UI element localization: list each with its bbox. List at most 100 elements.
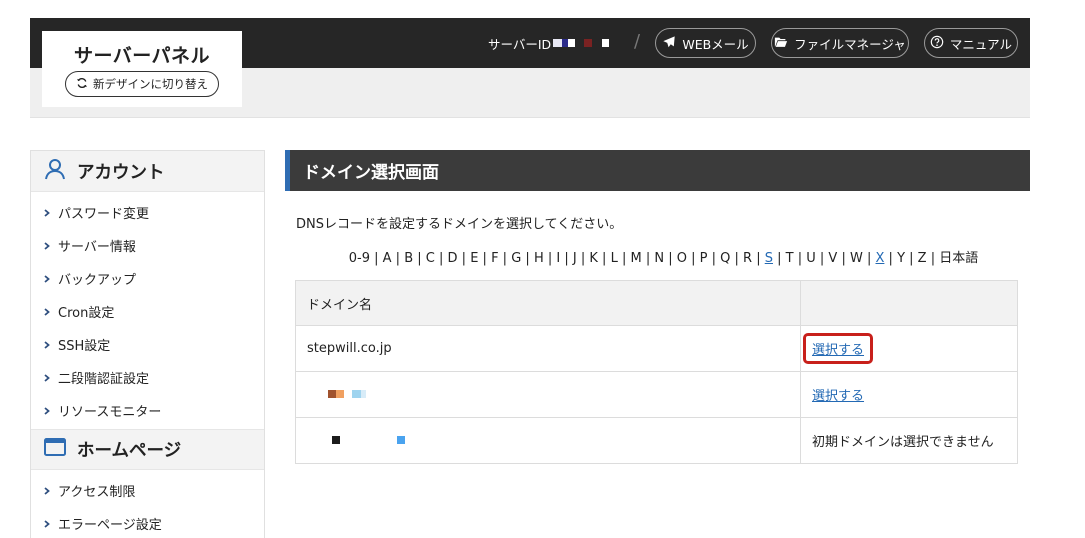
page-description: DNSレコードを設定するドメインを選択してください。 — [296, 217, 623, 232]
alpha-index-separator: | — [793, 251, 807, 266]
select-domain-link[interactable]: 選択する — [812, 343, 864, 358]
table-row: 選択する — [295, 371, 1018, 418]
alpha-index-item[interactable]: S — [765, 251, 773, 266]
domain-name-masked — [295, 371, 801, 418]
sidebar-item-access-restriction[interactable]: アクセス制限 — [31, 474, 264, 507]
alpha-index-separator: | — [498, 251, 512, 266]
alpha-index-separator: | — [707, 251, 721, 266]
chevron-right-icon — [44, 274, 50, 283]
alpha-index-separator: | — [730, 251, 744, 266]
table-header-row: ドメイン名 — [295, 280, 1018, 326]
column-header-domain: ドメイン名 — [295, 280, 801, 326]
header-separator: / — [634, 31, 641, 52]
alpha-index-item: U — [806, 251, 816, 266]
alpha-index-item: H — [533, 251, 544, 266]
alpha-index-separator: | — [686, 251, 700, 266]
folder-open-icon — [774, 35, 788, 52]
file-manager-button[interactable]: ファイルマネージャ — [771, 28, 909, 58]
sidebar-heading-homepage-label: ホームページ — [77, 441, 182, 461]
alpha-index-item: N — [654, 251, 665, 266]
sidebar-item-label: リソースモニター — [58, 405, 162, 420]
domain-name: stepwill.co.jp — [295, 325, 801, 372]
page-title: ドメイン選択画面 — [285, 150, 1030, 191]
sidebar-item-label: エラーページ設定 — [58, 518, 162, 533]
sidebar-item-label: パスワード変更 — [58, 207, 150, 222]
sidebar-item-label: アクセス制限 — [58, 485, 136, 500]
alpha-index-item: R — [743, 251, 753, 266]
alpha-index-separator: | — [617, 251, 631, 266]
chevron-right-icon — [44, 307, 50, 316]
alpha-index-separator: | — [641, 251, 655, 266]
refresh-icon — [76, 77, 88, 92]
action-cell-disabled: 初期ドメインは選択できません — [800, 417, 1018, 464]
alpha-index-item: T — [785, 251, 794, 266]
chevron-right-icon — [44, 486, 50, 495]
table-row: 初期ドメインは選択できません — [295, 417, 1018, 464]
manual-button[interactable]: マニュアル — [924, 28, 1018, 58]
server-id-label: サーバーID — [488, 36, 552, 52]
alpha-index-item: C — [425, 251, 435, 266]
alpha-index-separator: | — [664, 251, 677, 266]
domain-table: ドメイン名 stepwill.co.jp 選択する 選択する 初期ドメインは選択… — [295, 280, 1018, 464]
alpha-index-item: G — [511, 251, 522, 266]
table-row: stepwill.co.jp 選択する — [295, 325, 1018, 372]
action-cell: 選択する — [800, 371, 1018, 418]
chevron-right-icon — [44, 340, 50, 349]
homepage-menu: アクセス制限 エラーページ設定 — [31, 470, 264, 538]
alpha-index-separator: | — [391, 251, 405, 266]
alpha-index-item: B — [404, 251, 414, 266]
alpha-index-separator: | — [837, 251, 850, 266]
alpha-index-separator: | — [543, 251, 557, 266]
alpha-index-item: O — [676, 251, 687, 266]
user-icon — [43, 157, 67, 186]
column-header-action — [800, 280, 1018, 326]
alpha-index-separator: | — [457, 251, 471, 266]
sidebar-item-label: Cron設定 — [58, 306, 115, 321]
switch-design-label: 新デザインに切り替え — [93, 77, 208, 91]
chevron-right-icon — [44, 208, 50, 217]
alpha-index-item: 0-9 — [348, 251, 370, 266]
logo-box: サーバーパネル 新デザインに切り替え — [42, 31, 242, 107]
sidebar-item-server-info[interactable]: サーバー情報 — [31, 229, 264, 262]
sidebar-item-cron[interactable]: Cron設定 — [31, 295, 264, 328]
sidebar-item-password[interactable]: パスワード変更 — [31, 196, 264, 229]
chevron-right-icon — [44, 241, 50, 250]
switch-design-button[interactable]: 新デザインに切り替え — [65, 71, 219, 97]
alpha-index-separator: | — [884, 251, 898, 266]
alpha-index-item: L — [610, 251, 618, 266]
alpha-index-item: Y — [897, 251, 906, 266]
server-id: サーバーID — [488, 34, 610, 52]
send-icon — [662, 35, 676, 52]
alpha-index-separator: | — [560, 251, 573, 266]
browser-window-icon — [43, 435, 67, 464]
action-cell: 選択する — [800, 325, 1018, 372]
sidebar-item-ssh[interactable]: SSH設定 — [31, 328, 264, 361]
help-circle-icon — [930, 35, 944, 52]
sidebar-item-2fa[interactable]: 二段階認証設定 — [31, 361, 264, 394]
sidebar-item-label: SSH設定 — [58, 339, 111, 354]
alpha-index-item: Z — [917, 251, 927, 266]
sidebar-item-label: 二段階認証設定 — [58, 372, 150, 387]
sidebar-heading-account-label: アカウント — [77, 162, 165, 183]
alpha-index-separator: | — [926, 251, 940, 266]
sidebar-item-label: バックアップ — [58, 273, 137, 288]
alpha-index-item: A — [382, 251, 392, 266]
sidebar-heading-homepage: ホームページ — [31, 429, 264, 470]
alpha-index-separator: | — [815, 251, 829, 266]
highlight-box: 選択する — [803, 333, 874, 364]
sidebar: アカウント パスワード変更 サーバー情報 バックアップ Cron設定 SSH設定… — [30, 150, 265, 538]
alpha-index-item: D — [447, 251, 458, 266]
alpha-index-item: 日本語 — [939, 251, 979, 266]
manual-label: マニュアル — [949, 36, 1013, 52]
webmail-label: WEBメール — [682, 36, 749, 52]
alpha-index-separator: | — [478, 251, 492, 266]
webmail-button[interactable]: WEBメール — [655, 28, 756, 58]
alpha-index-item: M — [630, 251, 642, 266]
select-domain-link[interactable]: 選択する — [812, 389, 864, 404]
masked-domain — [328, 390, 366, 398]
logo-title: サーバーパネル — [73, 45, 211, 67]
sidebar-item-error-page[interactable]: エラーページ設定 — [31, 507, 264, 538]
sidebar-item-resource-monitor[interactable]: リソースモニター — [31, 394, 264, 427]
chevron-right-icon — [44, 373, 50, 382]
sidebar-item-backup[interactable]: バックアップ — [31, 262, 264, 295]
